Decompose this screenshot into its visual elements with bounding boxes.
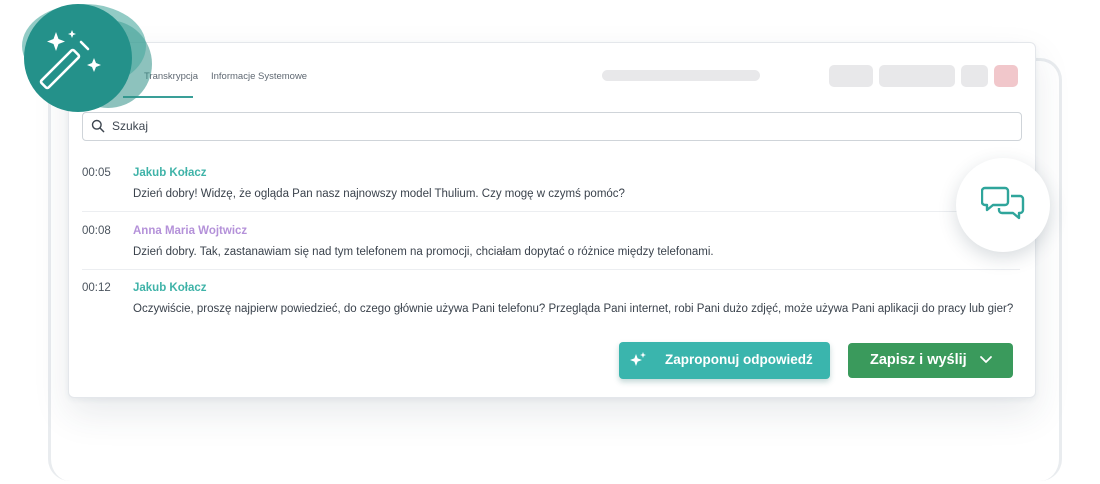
speaker-name: Jakub Kołacz bbox=[133, 282, 207, 294]
placeholder-close-button[interactable] bbox=[994, 65, 1018, 87]
transcript-panel: Transkrypcja Informacje Systemowe Szukaj… bbox=[68, 42, 1036, 398]
message-text: Dzień dobry! Widzę, że ogląda Pan nasz n… bbox=[133, 188, 625, 200]
row-divider bbox=[82, 211, 1020, 212]
speaker-name: Anna Maria Wojtwicz bbox=[133, 225, 248, 237]
sparkle-icon bbox=[630, 352, 646, 366]
placeholder-bar bbox=[602, 70, 760, 81]
magic-wand-badge[interactable] bbox=[12, 2, 152, 122]
placeholder-button[interactable] bbox=[829, 65, 873, 87]
chat-bubbles-icon bbox=[981, 186, 1025, 220]
placeholder-button[interactable] bbox=[879, 65, 955, 87]
row-divider bbox=[82, 269, 1020, 270]
chevron-down-icon[interactable] bbox=[979, 355, 993, 365]
placeholder-button[interactable] bbox=[961, 65, 988, 87]
chat-assistant-button[interactable] bbox=[956, 158, 1050, 252]
message-time: 00:12 bbox=[82, 282, 111, 294]
message-time: 00:08 bbox=[82, 225, 111, 237]
suggest-reply-label: Zaproponuj odpowiedź bbox=[665, 352, 813, 367]
save-and-send-label: Zapisz i wyślij bbox=[870, 352, 967, 368]
message-time: 00:05 bbox=[82, 167, 111, 179]
tab-system-info[interactable]: Informacje Systemowe bbox=[211, 71, 307, 82]
tab-transcription[interactable]: Transkrypcja bbox=[144, 71, 198, 82]
suggest-reply-button[interactable]: Zaproponuj odpowiedź bbox=[619, 342, 830, 379]
save-and-send-button[interactable]: Zapisz i wyślij bbox=[848, 343, 1013, 378]
search-input[interactable]: Szukaj bbox=[82, 112, 1022, 141]
speaker-name: Jakub Kołacz bbox=[133, 167, 207, 179]
message-text: Dzień dobry. Tak, zastanawiam się nad ty… bbox=[133, 246, 714, 258]
message-text: Oczywiście, proszę najpierw powiedzieć, … bbox=[133, 303, 1014, 315]
